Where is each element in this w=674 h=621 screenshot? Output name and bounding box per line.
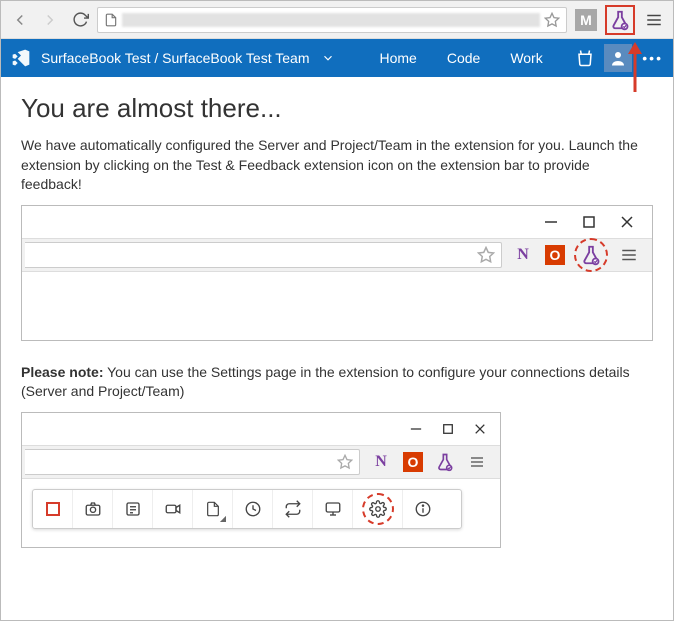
screenshot-address-bar [25,449,360,475]
onenote-icon: N [512,244,534,266]
document-icon: ◢ [193,490,233,528]
forward-button [37,7,63,33]
bookmark-star-icon[interactable] [544,12,560,28]
page-content: You are almost there... We have automati… [1,77,673,586]
note-paragraph: Please note: You can use the Settings pa… [21,363,653,402]
note-text: You can use the Settings page in the ext… [21,364,630,400]
settings-gear-callout [353,490,403,528]
clock-icon [233,490,273,528]
url-text [122,13,540,27]
nav-home[interactable]: Home [369,50,426,66]
screenshot-address-bar [25,242,502,268]
chevron-down-icon[interactable] [321,51,335,65]
browser-toolbar: M [1,1,673,39]
info-icon [403,490,443,528]
callout-arrow-icon [624,42,646,92]
flask-icon [434,451,456,473]
close-icon [620,215,634,229]
browser-menu-icon[interactable] [641,7,667,33]
screenshot-settings: N O ◢ [21,412,501,548]
hamburger-icon [466,451,488,473]
screenshot-extension-icon: N O [21,205,653,341]
project-breadcrumb[interactable]: SurfaceBook Test / SurfaceBook Test Team [41,50,309,66]
intro-paragraph: We have automatically configured the Ser… [21,136,653,195]
minimize-icon [410,423,422,435]
tfs-nav-bar: SurfaceBook Test / SurfaceBook Test Team… [1,39,673,77]
page-heading: You are almost there... [21,93,653,124]
office-icon: O [402,451,424,473]
nav-work[interactable]: Work [500,50,552,66]
maximize-icon [582,215,596,229]
address-bar[interactable] [97,7,567,33]
record-button [33,490,73,528]
note-icon [113,490,153,528]
hamburger-icon [618,244,640,266]
maximize-icon [442,423,454,435]
monitor-icon [313,490,353,528]
page-icon [104,13,118,27]
close-icon [474,423,486,435]
camera-icon [73,490,113,528]
back-button[interactable] [7,7,33,33]
test-feedback-extension-icon[interactable] [605,5,635,35]
star-icon [337,454,353,470]
vs-logo-icon [11,48,31,68]
flask-icon-callout [574,238,608,272]
video-icon [153,490,193,528]
feedback-toolbar: ◢ [32,489,462,529]
star-icon [477,246,495,264]
reload-button[interactable] [67,7,93,33]
minimize-icon [544,215,558,229]
office-icon: O [544,244,566,266]
extension-m-icon[interactable]: M [573,7,599,33]
shop-icon[interactable] [576,49,594,67]
nav-code[interactable]: Code [437,50,490,66]
note-label: Please note: [21,364,103,380]
onenote-icon: N [370,451,392,473]
loop-icon [273,490,313,528]
